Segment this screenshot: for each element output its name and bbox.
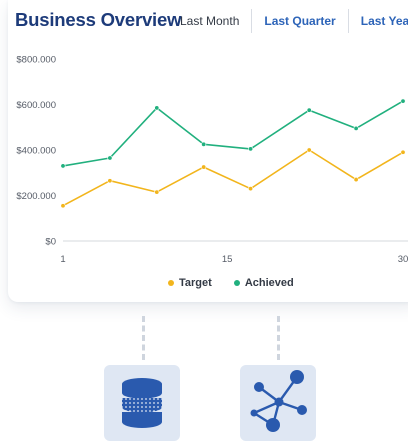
database-tile[interactable] xyxy=(104,365,180,441)
business-overview-card: Business Overview Last Month Last Quarte… xyxy=(8,0,408,302)
legend-label-target: Target xyxy=(179,277,212,289)
data-point-target xyxy=(353,177,359,183)
data-point-target xyxy=(154,189,160,195)
legend-item-achieved[interactable]: Achieved xyxy=(233,277,294,289)
network-tile[interactable] xyxy=(240,365,316,441)
tab-last-month[interactable]: Last Month xyxy=(180,9,251,33)
data-point-achieved xyxy=(400,98,406,104)
network-graph-icon xyxy=(250,370,307,432)
data-point-achieved xyxy=(201,141,207,147)
y-tick-label: $0 xyxy=(45,237,56,248)
data-point-target xyxy=(306,147,312,153)
chart-legend: Target Achieved xyxy=(168,277,294,289)
connector-line-right xyxy=(277,316,280,360)
page-title: Business Overview xyxy=(15,9,182,30)
y-tick-label: $200.000 xyxy=(16,191,56,202)
data-point-achieved xyxy=(306,107,312,113)
x-tick-label: 30 xyxy=(398,254,408,265)
legend-swatch-target xyxy=(168,280,174,286)
x-tick-label: 15 xyxy=(222,254,233,265)
tab-last-quarter[interactable]: Last Quarter xyxy=(251,9,347,33)
data-point-achieved xyxy=(154,105,160,111)
x-tick-label: 1 xyxy=(60,254,65,265)
data-point-achieved xyxy=(60,163,66,169)
legend-swatch-achieved xyxy=(233,280,240,286)
legend-label-achieved: Achieved xyxy=(244,277,294,289)
data-point-target xyxy=(60,203,66,209)
connector-line-left xyxy=(142,316,145,360)
y-tick-label: $400.000 xyxy=(16,146,56,157)
y-tick-label: $600.000 xyxy=(16,100,56,111)
tab-last-year[interactable]: Last Year xyxy=(347,9,408,33)
series-line-achieved xyxy=(62,100,404,167)
y-tick-label: $800.000 xyxy=(16,55,56,66)
data-point-target xyxy=(248,186,254,192)
data-point-achieved xyxy=(353,125,359,131)
data-point-achieved xyxy=(248,146,254,152)
series-line-target xyxy=(62,149,404,207)
data-point-target xyxy=(107,178,113,184)
database-icon xyxy=(121,378,163,428)
data-point-achieved xyxy=(107,155,113,161)
legend-item-target[interactable]: Target xyxy=(168,277,212,289)
line-chart: $0 $200.000 $400.000 $600.000 $800.000 1 15 30 xyxy=(16,55,408,265)
data-point-target xyxy=(400,149,406,155)
data-point-target xyxy=(201,164,207,170)
period-tabs: Last Month Last Quarter Last Year xyxy=(180,9,408,33)
